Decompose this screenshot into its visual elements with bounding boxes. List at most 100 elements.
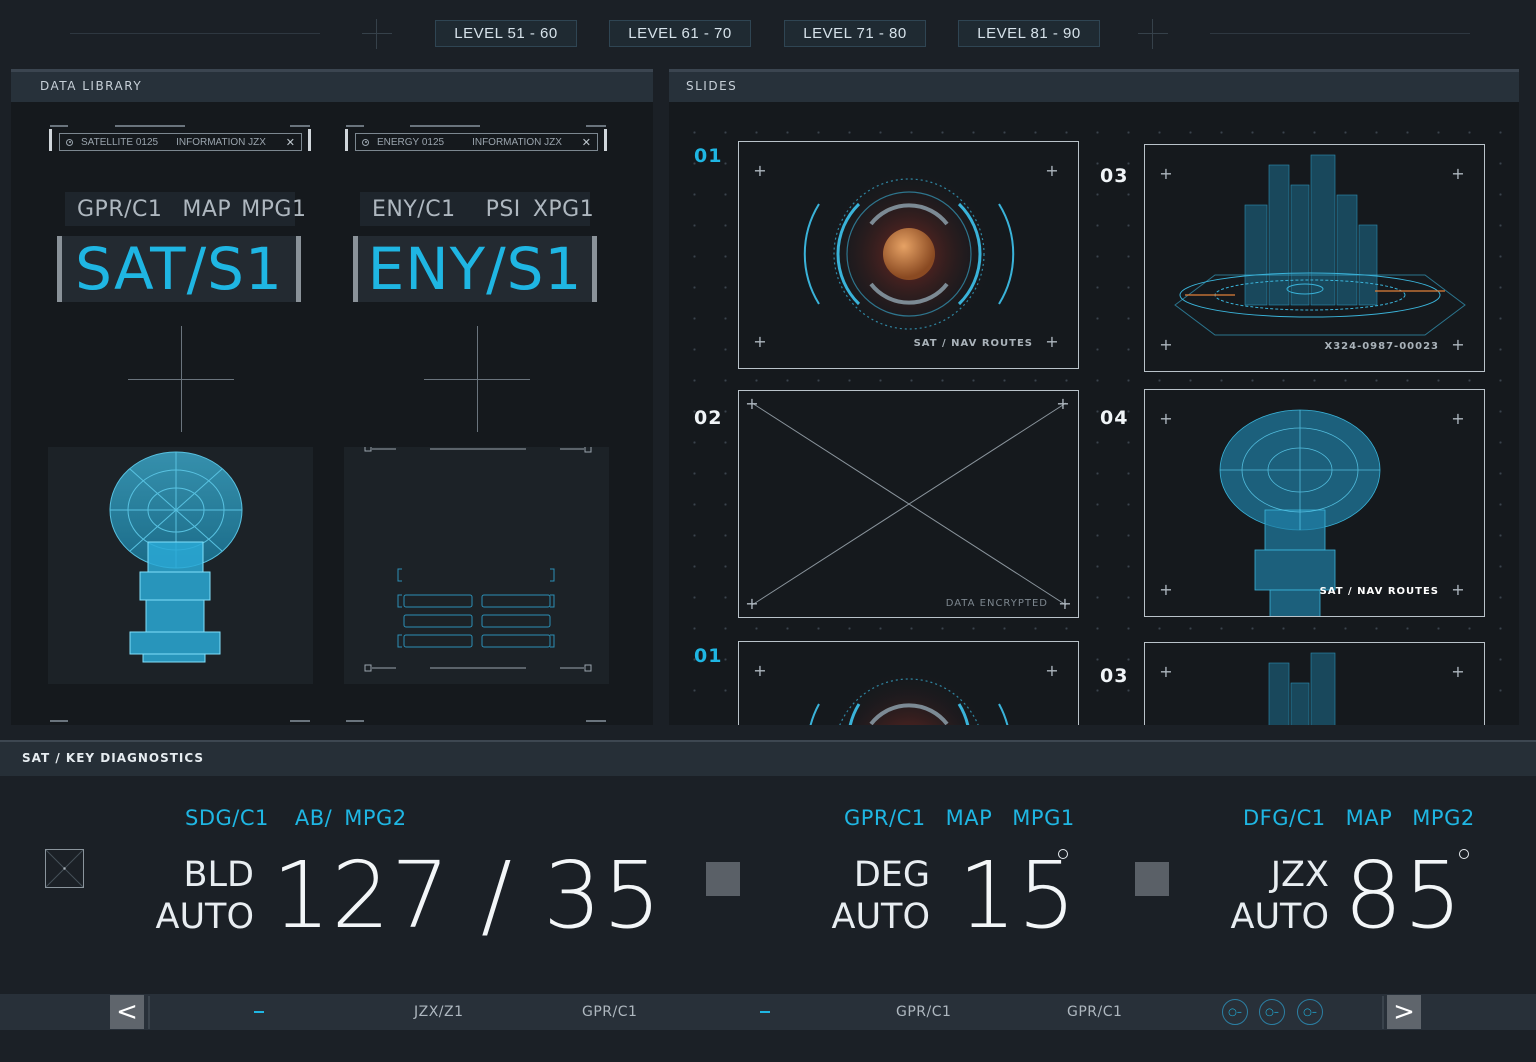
- satellite-dish-icon: [1219, 409, 1381, 616]
- tab-level-71-80[interactable]: LEVEL 71 - 80: [784, 20, 926, 47]
- energy-tag-bar[interactable]: ENERGY 0125 INFORMATION JZX ✕: [355, 133, 598, 151]
- toolbar-item[interactable]: GPR/C1: [582, 1004, 637, 1020]
- key-icon[interactable]: ○–: [1259, 999, 1285, 1025]
- code-sat-s1[interactable]: SAT/S1: [57, 235, 301, 303]
- tick-mark: [50, 125, 68, 127]
- tick-mark: [586, 720, 606, 722]
- plus-icon: +: [1451, 164, 1465, 183]
- crosshair-icon: [128, 326, 234, 432]
- tab-level-81-90[interactable]: LEVEL 81 - 90: [958, 20, 1100, 47]
- tag-left: SATELLITE 0125: [81, 136, 159, 148]
- slide-number: 01: [694, 645, 723, 667]
- separator: [1382, 996, 1384, 1029]
- slide-01[interactable]: + + + + SAT / NAV ROUTES: [738, 141, 1079, 369]
- bracket: [49, 129, 52, 151]
- readout-3-codes: DFG/C1 MAP MPG2: [1243, 806, 1475, 830]
- planet-radar-icon: [809, 669, 1009, 725]
- unit-top: DEG: [853, 855, 930, 895]
- plus-icon: +: [1159, 580, 1173, 599]
- tag-right: INFORMATION JZX: [472, 136, 562, 148]
- readout-code: GPR/C1: [844, 806, 926, 830]
- plus-icon: +: [1159, 662, 1173, 681]
- subcode: GPR/C1: [77, 196, 163, 222]
- tab-level-51-60[interactable]: LEVEL 51 - 60: [435, 20, 577, 47]
- expand-icon[interactable]: [45, 849, 84, 888]
- toolbar-item[interactable]: GPR/C1: [896, 1004, 951, 1020]
- next-button[interactable]: >: [1387, 995, 1421, 1029]
- readout-code: MAP: [945, 806, 993, 830]
- tag-left: ENERGY 0125: [377, 136, 445, 148]
- readout-code: DFG/C1: [1243, 806, 1326, 830]
- dash-icon: [254, 1011, 264, 1013]
- data-library-title: DATA LIBRARY: [11, 69, 653, 102]
- subcodes-satellite: GPR/C1 MAP MPG1: [65, 192, 306, 226]
- readout-code: MAP: [1345, 806, 1393, 830]
- subcode: MAP: [182, 196, 232, 222]
- slide-04[interactable]: + + + + SAT / NAV ROUTES: [1144, 389, 1485, 617]
- slide-02[interactable]: + + + + DATA ENCRYPTED: [738, 390, 1079, 618]
- crosshair-icon: [1138, 19, 1168, 49]
- key-icon[interactable]: ○–: [1222, 999, 1248, 1025]
- prev-button[interactable]: <: [110, 995, 144, 1029]
- wireframe-placeholder-icon: [364, 444, 592, 672]
- degree-icon: [1058, 849, 1068, 859]
- readout-code: MPG1: [1012, 806, 1075, 830]
- readout-1-value: 127 / 35: [272, 842, 663, 949]
- close-icon[interactable]: ✕: [582, 136, 591, 149]
- plus-icon: +: [753, 332, 767, 351]
- plus-icon: +: [753, 161, 767, 180]
- crosshair-icon: [362, 19, 392, 49]
- slide-caption: DATA ENCRYPTED: [945, 598, 1048, 609]
- subcode: PSI: [485, 196, 521, 222]
- crosshair-icon: [424, 326, 530, 432]
- satellite-tag-bar[interactable]: SATELLITE 0125 INFORMATION JZX ✕: [59, 133, 302, 151]
- slide-03-repeat[interactable]: + +: [1144, 642, 1485, 725]
- readout-3-value: 85: [1344, 842, 1464, 949]
- bracket: [604, 129, 607, 151]
- key-icon[interactable]: ○–: [1297, 999, 1323, 1025]
- slide-caption: X324-0987-00023: [1324, 341, 1439, 352]
- slide-01-repeat[interactable]: + +: [738, 641, 1079, 725]
- plus-icon: +: [1451, 662, 1465, 681]
- readout-1-unit: BLD AUTO: [150, 854, 255, 938]
- tab-level-61-70[interactable]: LEVEL 61 - 70: [609, 20, 751, 47]
- crop-icon: [45, 849, 84, 888]
- plus-icon: +: [753, 661, 767, 680]
- toolbar-item[interactable]: GPR/C1: [1067, 1004, 1122, 1020]
- footer: [0, 1030, 1536, 1062]
- plus-icon: +: [1045, 661, 1059, 680]
- unit-top: JZX: [1270, 855, 1329, 895]
- slide-caption: SAT / NAV ROUTES: [913, 338, 1033, 349]
- diagnostics-title: SAT / KEY DIAGNOSTICS: [0, 740, 1536, 776]
- plus-icon: +: [1045, 161, 1059, 180]
- plus-icon: +: [1058, 594, 1072, 613]
- unit-bottom: AUTO: [155, 897, 255, 937]
- unit-top: BLD: [183, 855, 254, 895]
- satellite-dish-image[interactable]: [48, 447, 313, 684]
- plus-icon: +: [1159, 335, 1173, 354]
- plus-icon: +: [1451, 409, 1465, 428]
- toolbar-item[interactable]: JZX/Z1: [414, 1004, 464, 1020]
- tick-mark: [410, 125, 480, 127]
- code-eny-s1[interactable]: ENY/S1: [353, 235, 597, 303]
- energy-placeholder-image[interactable]: [344, 444, 609, 684]
- planet-radar-icon: [803, 169, 1015, 339]
- slide-number: 04: [1100, 407, 1129, 429]
- bracket: [308, 129, 311, 151]
- readout-code: SDG/C1: [185, 806, 269, 830]
- plus-icon: +: [1159, 164, 1173, 183]
- satellite-dish-icon: [109, 451, 243, 663]
- readout-2-value: 15: [958, 842, 1078, 949]
- plus-icon: +: [1056, 394, 1070, 413]
- bracket: [345, 129, 348, 151]
- close-icon[interactable]: ✕: [286, 136, 295, 149]
- subcode: XPG1: [532, 196, 595, 222]
- divider-square: [706, 862, 740, 896]
- degree-icon: [1459, 849, 1469, 859]
- readout-2-unit: DEG AUTO: [826, 854, 931, 938]
- slide-number: 03: [1100, 165, 1129, 187]
- slide-03[interactable]: + + + + X324-0987-00023: [1144, 144, 1485, 372]
- slide-caption: SAT / NAV ROUTES: [1319, 586, 1439, 597]
- tick-mark: [50, 720, 68, 722]
- separator: [148, 996, 150, 1029]
